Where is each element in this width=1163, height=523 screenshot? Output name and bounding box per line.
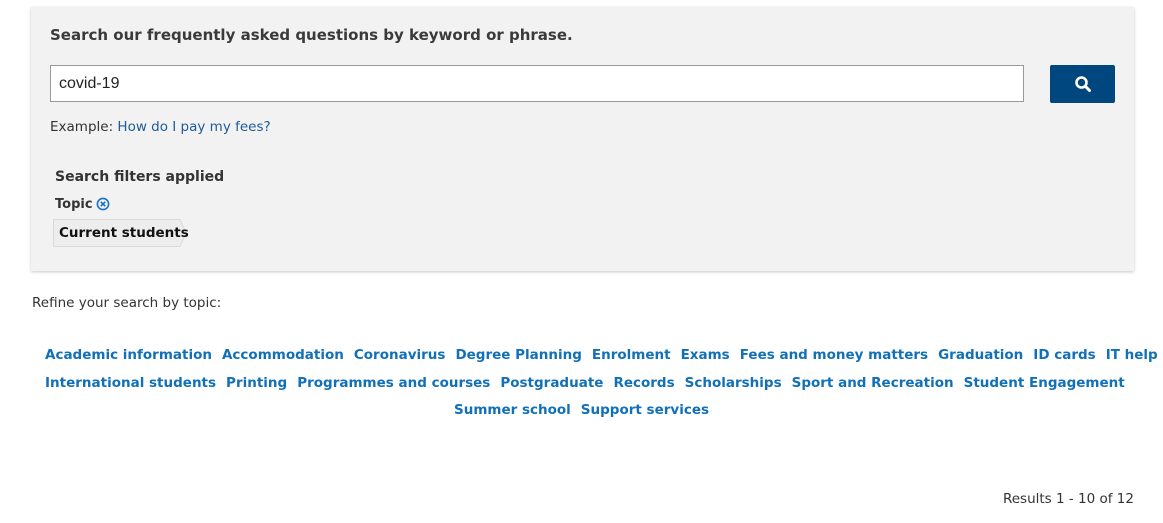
- search-example: Example: How do I pay my fees?: [50, 119, 271, 135]
- topic-link[interactable]: Student Engagement: [964, 370, 1125, 398]
- topic-link[interactable]: Postgraduate: [500, 370, 603, 398]
- topic-link[interactable]: Exams: [681, 342, 730, 370]
- filter-group-label: Topic: [55, 197, 93, 212]
- topic-row: Summer school Support services: [40, 397, 1123, 425]
- filter-chip-label: Current students: [59, 225, 189, 241]
- topic-link[interactable]: Programmes and courses: [297, 370, 490, 398]
- topic-link[interactable]: Scholarships: [685, 370, 782, 398]
- search-icon: [1074, 76, 1091, 92]
- topic-link[interactable]: Graduation: [938, 342, 1023, 370]
- topic-link[interactable]: Records: [613, 370, 674, 398]
- topic-link[interactable]: Sport and Recreation: [792, 370, 954, 398]
- topic-link[interactable]: Degree Planning: [455, 342, 581, 370]
- topic-row: Academic information Accommodation Coronav…: [40, 342, 1158, 370]
- results-count: Results 1 - 10 of 12: [1002, 491, 1134, 507]
- topic-link[interactable]: Summer school: [454, 397, 571, 425]
- topic-list: Academic information Accommodation Coronav…: [40, 342, 1158, 425]
- topic-row: International students Printing Programmes…: [40, 370, 1125, 398]
- search-button[interactable]: [1050, 65, 1115, 103]
- topic-link[interactable]: Coronavirus: [354, 342, 446, 370]
- topic-link[interactable]: ID cards: [1033, 342, 1095, 370]
- close-circle-icon[interactable]: [96, 197, 110, 211]
- topic-link[interactable]: Enrolment: [592, 342, 671, 370]
- filters-heading: Search filters applied: [55, 169, 225, 185]
- refine-label: Refine your search by topic:: [32, 295, 222, 311]
- search-input[interactable]: [50, 65, 1024, 102]
- topic-link[interactable]: Accommodation: [222, 342, 344, 370]
- topic-link[interactable]: Fees and money matters: [740, 342, 928, 370]
- search-heading: Search our frequently asked questions by…: [50, 26, 573, 44]
- example-prefix: Example:: [50, 119, 114, 135]
- topic-link[interactable]: Printing: [226, 370, 287, 398]
- example-link[interactable]: How do I pay my fees?: [117, 119, 270, 135]
- topic-link[interactable]: Support services: [581, 397, 709, 425]
- topic-link[interactable]: IT help: [1106, 342, 1158, 370]
- filter-chip: Current students: [53, 219, 203, 247]
- search-panel: Search our frequently asked questions by…: [31, 7, 1134, 271]
- topic-link[interactable]: Academic information: [45, 342, 212, 370]
- topic-link[interactable]: International students: [45, 370, 216, 398]
